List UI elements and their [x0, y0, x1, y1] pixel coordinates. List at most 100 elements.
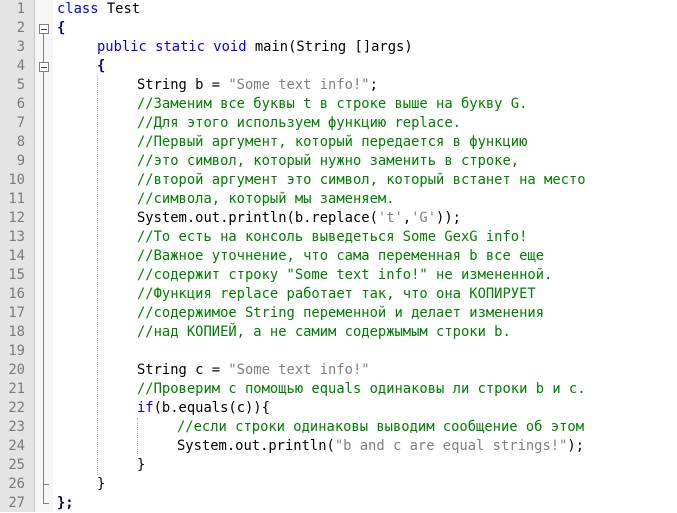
- code-string: "b and c are equal strings!": [334, 438, 568, 454]
- indent-guide: [137, 418, 138, 456]
- code-line[interactable]: //Первый аргумент, который передается в …: [137, 133, 527, 152]
- code-token: String c =: [137, 362, 229, 378]
- code-comment: //это символ, который нужно заменить в с…: [137, 153, 520, 169]
- code-token: ,: [402, 210, 412, 226]
- line-number: 1: [16, 1, 25, 17]
- code-comment: //содержит строку "Some text info!" не и…: [137, 267, 553, 283]
- code-line[interactable]: //содержит строку "Some text info!" не и…: [137, 266, 552, 285]
- code-line[interactable]: //содержимое String переменной и делает …: [137, 304, 544, 323]
- code-token: {: [57, 20, 66, 36]
- line-number: 27: [8, 495, 25, 511]
- line-number: 6: [16, 96, 25, 112]
- code-comment: //второй аргумент это символ, который вс…: [137, 172, 586, 188]
- line-number: 18: [8, 324, 25, 340]
- line-number-gutter: 1 2 3 4 5 6 7 8 9 10 11 12 13 14 15 16 17 18 19 20 21 22 23 24 2…: [0, 0, 35, 512]
- line-number: 21: [8, 381, 25, 397]
- line-number: 24: [8, 438, 25, 454]
- code-line[interactable]: //Важное уточнение, что сама переменная …: [137, 247, 544, 266]
- line-number: 9: [16, 153, 25, 169]
- code-token: ;: [369, 77, 378, 93]
- line-number: 13: [8, 229, 25, 245]
- code-line[interactable]: //над КОПИЕЙ, а не самим содержымым стро…: [137, 323, 511, 342]
- code-token: }: [137, 457, 146, 473]
- code-line[interactable]: System.out.println("b and c are equal st…: [177, 437, 584, 456]
- code-keyword: if: [137, 400, 154, 416]
- code-line[interactable]: class Test: [57, 0, 140, 19]
- code-line[interactable]: };: [57, 494, 74, 513]
- fold-toggle-icon[interactable]: [39, 24, 49, 34]
- code-line[interactable]: if(b.equals(c)){: [137, 399, 270, 418]
- code-token: }: [97, 476, 106, 492]
- line-number: 3: [16, 39, 25, 55]
- code-token: System.out.println(b.replace(: [137, 210, 378, 226]
- code-line[interactable]: //Функция replace работает так, что она …: [137, 285, 536, 304]
- line-number: 22: [8, 400, 25, 416]
- code-line[interactable]: }: [97, 475, 105, 494]
- line-number: 19: [8, 343, 25, 359]
- line-number: 12: [8, 210, 25, 226]
- code-token: );: [567, 438, 585, 454]
- line-number: 26: [8, 476, 25, 492]
- code-line[interactable]: //если строки одинаковы выводим сообщени…: [177, 418, 584, 437]
- code-line[interactable]: {: [57, 19, 65, 38]
- code-keyword: public static void: [97, 39, 247, 55]
- line-number: 4: [16, 58, 25, 74]
- code-line[interactable]: String c = "Some text info!": [137, 361, 370, 380]
- line-number: 11: [8, 191, 25, 207]
- code-line[interactable]: //символа, который мы заменяем.: [137, 190, 395, 209]
- code-line[interactable]: //Проверим с помощью equals одинаковы ли…: [137, 380, 586, 399]
- code-line[interactable]: }: [137, 456, 145, 475]
- code-comment: //Проверим с помощью equals одинаковы ли…: [137, 381, 586, 397]
- code-line[interactable]: {: [97, 57, 105, 76]
- code-string: 't': [377, 210, 403, 226]
- code-comment: //символа, который мы заменяем.: [137, 191, 395, 207]
- line-number: 14: [8, 248, 25, 264]
- code-token: };: [57, 495, 74, 511]
- line-number: 17: [8, 305, 25, 321]
- line-number: 23: [8, 419, 25, 435]
- code-keyword: class: [57, 1, 99, 17]
- code-line[interactable]: //То есть на консоль выведеться Some Gex…: [137, 228, 527, 247]
- line-number: 8: [16, 134, 25, 150]
- code-comment: //То есть на консоль выведеться Some Gex…: [137, 229, 528, 245]
- line-number: 15: [8, 267, 25, 283]
- code-token: System.out.println(: [177, 438, 335, 454]
- code-string: 'G': [411, 210, 437, 226]
- line-number: 5: [16, 77, 25, 93]
- code-token: ));: [436, 210, 461, 226]
- code-token: String b =: [137, 77, 229, 93]
- line-number: 16: [8, 286, 25, 302]
- fold-end-marker: [43, 503, 49, 504]
- code-comment: //Заменим все буквы t в строке выше на б…: [137, 96, 528, 112]
- code-editor[interactable]: 1 2 3 4 5 6 7 8 9 10 11 12 13 14 15 16 17 18 19 20 21 22 23 24 2…: [0, 0, 677, 512]
- code-line[interactable]: //второй аргумент это символ, который вс…: [137, 171, 586, 190]
- line-number: 25: [8, 457, 25, 473]
- code-comment: //Для этого используем функцию replace.: [137, 115, 461, 131]
- code-token: Test: [98, 1, 141, 17]
- code-token: main(String []args): [246, 39, 413, 55]
- code-comment: //содержимое String переменной и делает …: [137, 305, 545, 321]
- code-line[interactable]: String b = "Some text info!";: [137, 76, 378, 95]
- code-comment: //Функция replace работает так, что она …: [137, 286, 536, 302]
- code-string: "Some text info!": [228, 77, 370, 93]
- line-number: 20: [8, 362, 25, 378]
- code-comment: //если строки одинаковы выводим сообщени…: [177, 419, 585, 435]
- code-comment: //Важное уточнение, что сама переменная …: [137, 248, 545, 264]
- code-string: "Some text info!": [228, 362, 370, 378]
- fold-line: [43, 34, 44, 503]
- fold-toggle-icon[interactable]: [39, 62, 49, 72]
- code-line[interactable]: //Для этого используем функцию replace.: [137, 114, 461, 133]
- fold-end-marker: [43, 484, 49, 485]
- code-line[interactable]: System.out.println(b.replace('t','G'));: [137, 209, 461, 228]
- indent-guide: [97, 76, 98, 475]
- code-token: (b.equals(c)){: [153, 400, 270, 416]
- line-number: 10: [8, 172, 25, 188]
- fold-margin: [35, 0, 53, 512]
- line-number: 2: [16, 20, 25, 36]
- line-number: 7: [16, 115, 25, 131]
- code-line[interactable]: public static void main(String []args): [97, 38, 413, 57]
- code-token: {: [97, 58, 106, 74]
- code-line[interactable]: //Заменим все буквы t в строке выше на б…: [137, 95, 527, 114]
- code-comment: //над КОПИЕЙ, а не самим содержымым стро…: [137, 324, 511, 340]
- code-line[interactable]: //это символ, который нужно заменить в с…: [137, 152, 519, 171]
